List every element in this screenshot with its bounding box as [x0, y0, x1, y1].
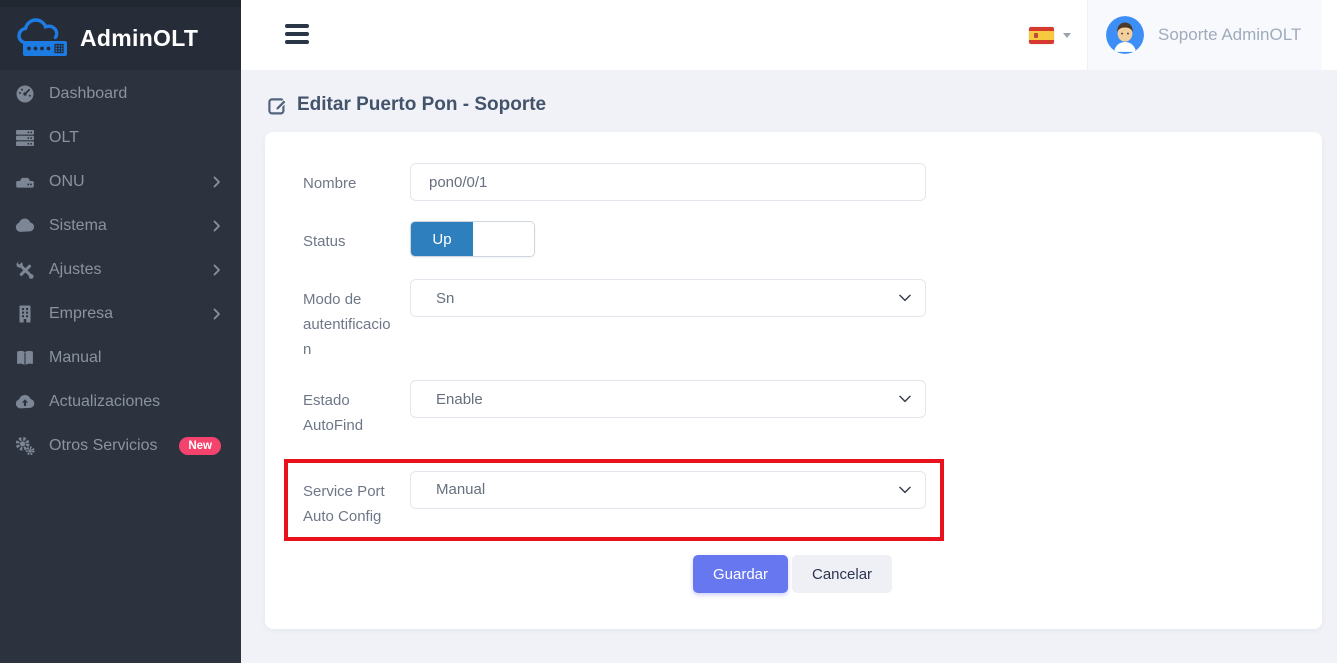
auth-mode-row: Modo de autentificacion Sn [303, 279, 1282, 362]
service-port-select[interactable]: Manual [410, 471, 926, 509]
book-icon [14, 348, 36, 368]
tools-icon [14, 260, 36, 280]
brand[interactable]: AdminOLT [0, 0, 241, 70]
autofind-selected-value: Enable [436, 391, 483, 408]
form-actions: Guardar Cancelar [303, 555, 1282, 593]
autofind-select[interactable]: Enable [410, 380, 926, 418]
main-content: Editar Puerto Pon - Soporte Nombre Statu… [241, 70, 1337, 663]
caret-down-icon [1063, 33, 1071, 38]
building-icon [14, 304, 36, 324]
user-menu[interactable]: Soporte AdminOLT [1087, 0, 1322, 70]
chevron-right-icon [213, 308, 221, 320]
language-dropdown[interactable] [1013, 0, 1087, 70]
sidebar-item-actualizaciones[interactable]: Actualizaciones [0, 380, 241, 424]
status-row: Status Up [303, 221, 1282, 257]
nombre-row: Nombre [303, 163, 1282, 201]
autofind-label: Estado AutoFind [303, 380, 398, 439]
save-button[interactable]: Guardar [693, 555, 788, 593]
chevron-down-icon [899, 486, 911, 494]
top-header: Soporte AdminOLT [241, 0, 1337, 70]
gauge-icon [14, 84, 36, 104]
sidebar: AdminOLT Dashboard OLT ONU [0, 0, 241, 663]
sidebar-item-dashboard[interactable]: Dashboard [0, 72, 241, 116]
cancel-button[interactable]: Cancelar [792, 555, 892, 593]
sidebar-item-label: Manual [49, 349, 221, 367]
service-port-row: Service Port Auto Config Manual [303, 471, 926, 530]
sidebar-item-olt[interactable]: OLT [0, 116, 241, 160]
brand-name: AdminOLT [80, 25, 198, 52]
service-port-label: Service Port Auto Config [303, 471, 398, 530]
red-highlight-box: Service Port Auto Config Manual [284, 459, 944, 542]
sidebar-menu: Dashboard OLT ONU Sistema [0, 70, 241, 468]
page-title-text: Editar Puerto Pon - Soporte [297, 94, 546, 116]
sidebar-item-sistema[interactable]: Sistema [0, 204, 241, 248]
sidebar-item-empresa[interactable]: Empresa [0, 292, 241, 336]
user-avatar [1106, 16, 1144, 54]
sidebar-item-label: Ajustes [49, 261, 213, 279]
spain-flag-icon [1029, 27, 1054, 44]
user-name: Soporte AdminOLT [1158, 25, 1301, 45]
edit-pon-form-card: Nombre Status Up [265, 132, 1322, 629]
cloud-icon [14, 216, 36, 236]
page-title: Editar Puerto Pon - Soporte [268, 94, 1322, 116]
new-badge: New [179, 437, 221, 455]
nombre-label: Nombre [303, 163, 398, 197]
chevron-down-icon [899, 294, 911, 302]
auth-mode-label: Modo de autentificacion [303, 279, 398, 362]
server-icon [14, 128, 36, 148]
chevron-right-icon [213, 220, 221, 232]
sidebar-item-label: Otros Servicios [49, 437, 171, 455]
auth-mode-select[interactable]: Sn [410, 279, 926, 317]
sidebar-item-label: ONU [49, 173, 213, 191]
sidebar-item-label: Sistema [49, 217, 213, 235]
app-window: AdminOLT Dashboard OLT ONU [0, 0, 1337, 663]
sidebar-item-label: OLT [49, 129, 221, 147]
sidebar-item-manual[interactable]: Manual [0, 336, 241, 380]
sidebar-item-label: Empresa [49, 305, 213, 323]
auth-mode-selected-value: Sn [436, 290, 454, 307]
device-icon [14, 172, 36, 192]
sidebar-item-ajustes[interactable]: Ajustes [0, 248, 241, 292]
autofind-row: Estado AutoFind Enable [303, 380, 1282, 439]
status-toggle[interactable]: Up [410, 221, 535, 257]
chevron-right-icon [213, 264, 221, 276]
brand-logo-icon [14, 17, 74, 61]
chevron-down-icon [899, 395, 911, 403]
sidebar-item-label: Actualizaciones [49, 393, 221, 411]
sidebar-item-label: Dashboard [49, 85, 221, 103]
sidebar-item-onu[interactable]: ONU [0, 160, 241, 204]
status-toggle-on-label: Up [411, 222, 473, 256]
status-label: Status [303, 221, 398, 255]
status-toggle-off [473, 222, 534, 256]
service-port-selected-value: Manual [436, 481, 485, 498]
edit-icon [268, 96, 287, 115]
hamburger-menu-icon[interactable] [285, 24, 311, 70]
nombre-input[interactable] [410, 163, 926, 201]
sidebar-item-otros-servicios[interactable]: Otros Servicios New [0, 424, 241, 468]
gears-icon [14, 436, 36, 456]
chevron-right-icon [213, 176, 221, 188]
cloud-upload-icon [14, 392, 36, 412]
